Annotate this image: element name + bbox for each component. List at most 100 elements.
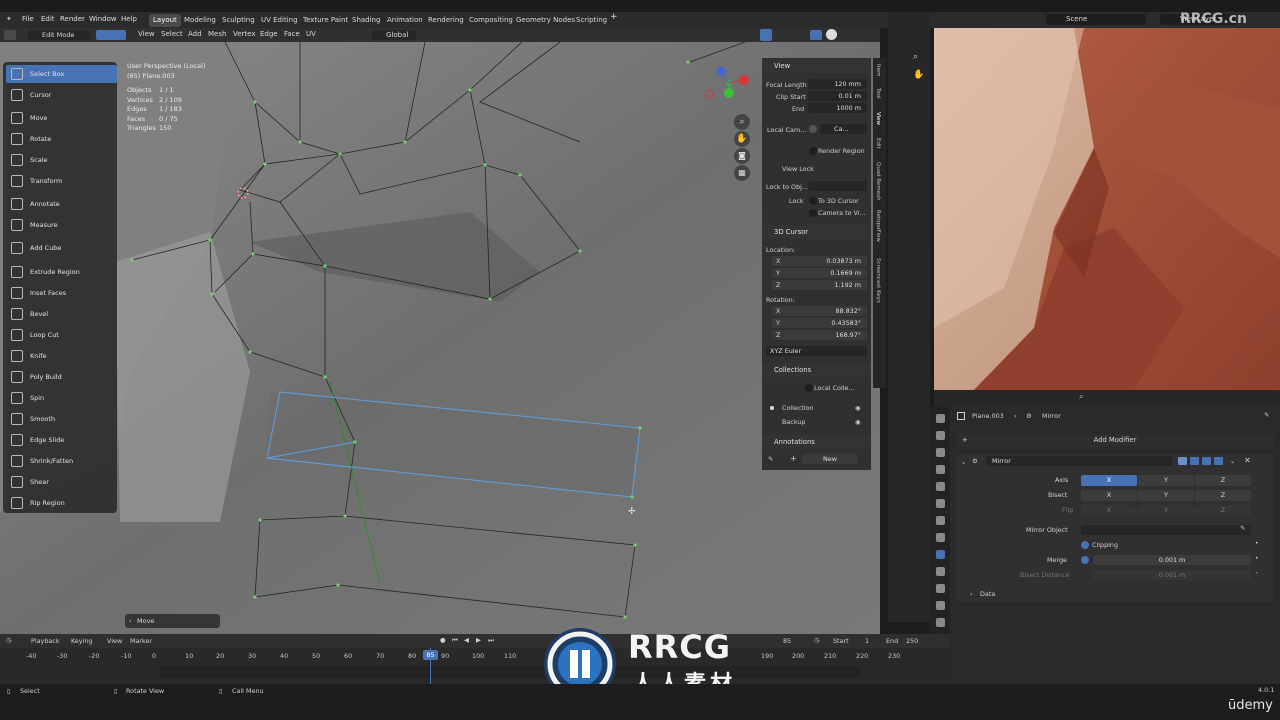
bisect-x-toggle[interactable]: X xyxy=(1081,490,1137,501)
tool-scale[interactable]: Scale xyxy=(6,151,117,169)
rotation-mode-select[interactable]: XYZ Euler xyxy=(766,346,867,356)
keyframe-dot-icon[interactable]: • xyxy=(1255,570,1259,577)
object-icon[interactable] xyxy=(936,533,945,542)
edit-mode-toggle-icon[interactable] xyxy=(1178,457,1187,465)
end-frame-field[interactable]: 250 xyxy=(906,637,918,645)
tool-measure[interactable]: Measure xyxy=(6,216,117,234)
overlay-toggle-icon[interactable] xyxy=(760,29,772,41)
timeline-ruler[interactable]: -40 -30 -20 -10 0 10 20 30 40 50 60 70 80 90 100 110 190… xyxy=(0,648,950,684)
cursor-location-field[interactable]: 0.1669 m xyxy=(772,268,867,278)
bisect-y-toggle[interactable]: Y xyxy=(1138,490,1194,501)
play-reverse-icon[interactable]: ◀ xyxy=(464,636,469,644)
pan-hand-icon[interactable]: ✋ xyxy=(913,70,924,80)
scene-icon[interactable] xyxy=(936,482,945,491)
add-modifier-button[interactable]: + Add Modifier xyxy=(956,434,1274,447)
sidebar-tab[interactable]: Tool xyxy=(875,88,881,99)
last-operator-panel[interactable]: › Move xyxy=(125,614,220,628)
zoom-icon[interactable]: ⌕ xyxy=(734,114,750,130)
cursor-location-field[interactable]: 0.03873 m xyxy=(772,256,867,266)
tool-move[interactable]: Move xyxy=(6,109,117,127)
data-icon[interactable] xyxy=(936,618,945,627)
clipping-checkbox[interactable] xyxy=(1081,541,1089,549)
tab-scripting[interactable]: Scripting xyxy=(572,14,611,27)
panel-collections-title[interactable]: Collections xyxy=(762,363,871,377)
jump-end-icon[interactable]: ⏭ xyxy=(488,636,494,645)
viewport-toggle-icon[interactable] xyxy=(1202,457,1211,465)
add-icon[interactable]: + xyxy=(790,454,797,463)
axis-z-toggle[interactable]: Z xyxy=(1195,475,1251,486)
solid-shading-icon[interactable] xyxy=(826,29,837,40)
view-layer-icon[interactable] xyxy=(936,465,945,474)
sidebar-tab[interactable]: Quad Remesh xyxy=(875,162,881,200)
lock-cursor-checkbox[interactable] xyxy=(809,197,817,205)
clip-end-field[interactable]: 1000 m xyxy=(808,103,867,113)
tool-shear[interactable]: Shear xyxy=(6,473,117,491)
blender-logo-icon[interactable]: ✦ xyxy=(6,15,12,23)
view-lock-subpanel[interactable]: View Lock xyxy=(782,165,814,173)
tool-cursor[interactable]: Cursor xyxy=(6,86,117,104)
tab-uv-editing[interactable]: UV Editing xyxy=(257,14,302,27)
jump-start-icon[interactable]: ⏮ xyxy=(452,636,458,645)
keyframe-dot-icon[interactable]: • xyxy=(1255,540,1259,547)
current-frame-field[interactable]: 85 xyxy=(783,637,791,645)
tab-geometry-nodes[interactable]: Geometry Nodes xyxy=(512,14,579,27)
focal-length-field[interactable]: 120 mm xyxy=(808,79,867,89)
record-icon[interactable]: ● xyxy=(440,636,446,644)
local-camera-field[interactable]: Ca... xyxy=(820,124,867,134)
modifier-icon[interactable] xyxy=(936,550,945,559)
tool-shrink-fatten[interactable]: Shrink/Fatten xyxy=(6,452,117,470)
search-icon[interactable]: ⌕ xyxy=(1079,392,1083,402)
tab-rendering[interactable]: Rendering xyxy=(424,14,468,27)
sidebar-tab[interactable]: RetopoFlow xyxy=(875,210,881,242)
render-region-checkbox[interactable] xyxy=(809,147,817,155)
tool-add-cube[interactable]: Add Cube xyxy=(6,239,117,257)
tab-shading[interactable]: Shading xyxy=(348,14,384,27)
tool-spin[interactable]: Spin xyxy=(6,389,117,407)
vp-menu-view[interactable]: View xyxy=(138,30,155,38)
flip-x-toggle[interactable]: X xyxy=(1081,505,1137,516)
flip-y-toggle[interactable]: Y xyxy=(1138,505,1194,516)
eye-icon[interactable]: ◉ xyxy=(855,418,861,426)
vp-menu-mesh[interactable]: Mesh xyxy=(208,30,226,38)
menu-render[interactable]: Render xyxy=(60,15,85,23)
annotation-pencil-icon[interactable]: ✎ xyxy=(768,455,773,463)
start-frame-field[interactable]: 1 xyxy=(865,637,869,645)
bisect-distance-field[interactable]: 0.001 m xyxy=(1093,570,1251,580)
tool-rip-region[interactable]: Rip Region xyxy=(6,494,117,512)
tool-smooth[interactable]: Smooth xyxy=(6,410,117,428)
world-icon[interactable] xyxy=(936,499,945,508)
panel-view-title[interactable]: View xyxy=(762,59,871,73)
tool-icon[interactable] xyxy=(936,414,945,423)
mirror-object-field[interactable] xyxy=(1081,525,1251,535)
eyedropper-icon[interactable]: ✎ xyxy=(1240,524,1245,532)
sidebar-tab[interactable]: View xyxy=(875,112,881,125)
output-icon[interactable] xyxy=(936,448,945,457)
cursor-location-field[interactable]: 1.192 m xyxy=(772,280,867,290)
keyframe-dot-icon[interactable]: • xyxy=(1255,555,1259,562)
vp-menu-add[interactable]: Add xyxy=(188,30,202,38)
tool-inset-faces[interactable]: Inset Faces xyxy=(6,284,117,302)
axis-x-toggle[interactable]: X xyxy=(1081,475,1137,486)
panel-annotations-title[interactable]: Annotations xyxy=(762,435,871,449)
add-workspace-icon[interactable]: + xyxy=(610,12,618,22)
merge-distance-field[interactable]: 0.001 m xyxy=(1093,555,1251,565)
clip-start-field[interactable]: 0.01 m xyxy=(808,91,867,101)
sidebar-tab[interactable]: Edit xyxy=(875,138,881,149)
tool-select-box[interactable]: Select Box xyxy=(6,65,117,83)
mode-selector[interactable]: Edit Mode xyxy=(28,30,90,40)
pin-icon[interactable]: ✎ xyxy=(1264,411,1269,419)
tool-loop-cut[interactable]: Loop Cut xyxy=(6,326,117,344)
tab-texture-paint[interactable]: Texture Paint xyxy=(299,14,352,27)
xray-icon[interactable] xyxy=(810,30,822,40)
tool-transform[interactable]: Transform xyxy=(6,172,117,190)
tab-compositing[interactable]: Compositing xyxy=(465,14,517,27)
panel-3d-cursor-title[interactable]: 3D Cursor xyxy=(762,225,871,239)
merge-checkbox[interactable] xyxy=(1081,556,1089,564)
physics-icon[interactable] xyxy=(936,584,945,593)
expand-chevron-icon[interactable]: › xyxy=(970,590,973,598)
scene-selector[interactable]: Scene xyxy=(1046,14,1146,25)
flip-z-toggle[interactable]: Z xyxy=(1195,505,1251,516)
tab-modeling[interactable]: Modeling xyxy=(180,14,220,27)
tool-poly-build[interactable]: Poly Build xyxy=(6,368,117,386)
stopwatch-icon[interactable]: ◷ xyxy=(814,636,820,644)
